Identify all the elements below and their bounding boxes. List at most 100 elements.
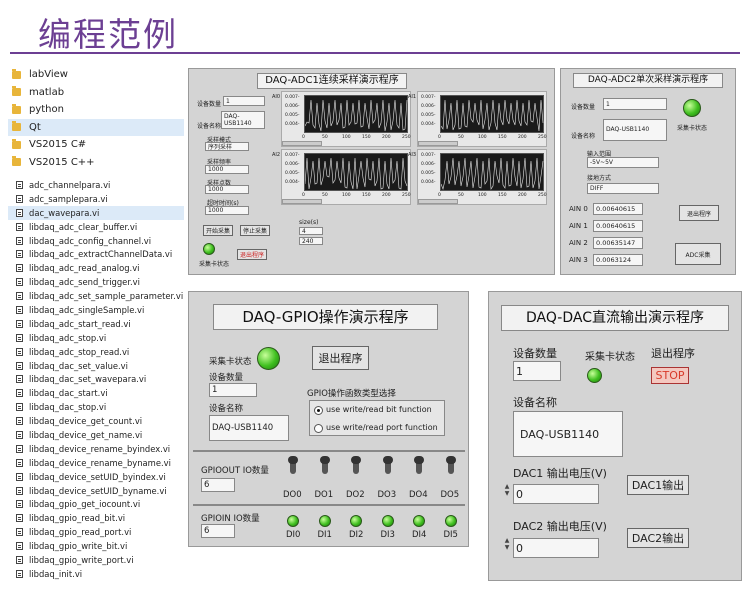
file-item[interactable]: libdaq_device_setUID_byname.vi — [8, 484, 184, 498]
dac2-value-field[interactable]: 0 — [513, 538, 599, 558]
file-item[interactable]: libdaq_gpio_read_bit.vi — [8, 511, 184, 525]
dac-count-field: 1 — [513, 361, 561, 381]
file-label: libdaq_device_setUID_byname.vi — [29, 485, 167, 496]
folder-item[interactable]: labView — [8, 66, 184, 84]
gpio-name-label: 设备名称 — [209, 404, 244, 414]
file-item[interactable]: libdaq_adc_stop_read.vi — [8, 345, 184, 359]
gpio-exit-button[interactable]: 退出程序 — [312, 346, 369, 370]
file-item[interactable]: libdaq_init.vi — [8, 567, 184, 581]
dac1-spinner[interactable]: ▲ ▼ — [502, 483, 512, 497]
adc2-acquire-button[interactable]: ADC采集 — [675, 243, 721, 265]
do-toggle-switch[interactable] — [445, 456, 456, 474]
do-toggle-switch[interactable] — [414, 456, 424, 474]
folder-item[interactable]: VS2015 C++ — [8, 154, 184, 172]
file-item[interactable]: libdaq_adc_set_sample_parameter.vi — [8, 289, 184, 303]
dac2-spinner[interactable]: ▲ ▼ — [502, 537, 512, 551]
file-item[interactable]: libdaq_adc_stop.vi — [8, 331, 184, 345]
di-led — [413, 515, 425, 527]
folder-label: VS2015 C# — [29, 139, 87, 151]
do-toggle-switch[interactable] — [319, 456, 330, 474]
file-item[interactable]: libdaq_adc_clear_buffer.vi — [8, 220, 184, 234]
folder-item[interactable]: python — [8, 101, 184, 119]
do-toggle-switch[interactable] — [288, 456, 298, 474]
vi-file-icon — [16, 208, 23, 217]
vi-file-icon — [16, 292, 23, 301]
adc2-mode-label: 接地方式 — [587, 175, 612, 182]
adc2-exit-button[interactable]: 退出程序 — [679, 205, 719, 221]
file-item[interactable]: libdaq_gpio_write_port.vi — [8, 553, 184, 567]
file-item[interactable]: dac_wavepara.vi — [8, 205, 184, 220]
x-tick-label: 50 — [458, 135, 464, 140]
dac-count-label: 设备数量 — [513, 347, 557, 360]
dac-title: DAQ-DAC直流输出演示程序 — [501, 305, 729, 331]
ain-label: AIN 2 — [569, 239, 588, 247]
adc2-mode-select[interactable]: DIFF — [587, 183, 659, 194]
file-label: libdaq_gpio_write_bit.vi — [29, 541, 128, 552]
file-label: libdaq_dac_set_wavepara.vi — [29, 374, 147, 385]
folder-label: VS2015 C++ — [29, 156, 95, 168]
file-item[interactable]: libdaq_gpio_get_iocount.vi — [8, 497, 184, 511]
adc1-count-field[interactable]: 1 — [223, 96, 265, 106]
file-label: libdaq_adc_set_sample_parameter.vi — [29, 291, 184, 302]
file-item[interactable]: libdaq_dac_set_value.vi — [8, 359, 184, 373]
gpio-in-count-field: 6 — [201, 524, 235, 538]
chart-plot-area — [304, 153, 408, 191]
adc1-mode-select[interactable]: 序列采样 — [205, 142, 249, 151]
vi-file-icon — [16, 417, 23, 426]
dac1-value-field[interactable]: 0 — [513, 484, 599, 504]
chart-channel-label: AI1 — [408, 94, 417, 100]
file-item[interactable]: libdaq_gpio_write_bit.vi — [8, 539, 184, 553]
folder-item[interactable]: VS2015 C# — [8, 136, 184, 154]
file-item[interactable]: libdaq_dac_start.vi — [8, 386, 184, 400]
file-item[interactable]: libdaq_device_setUID_byindex.vi — [8, 470, 184, 484]
file-item[interactable]: libdaq_device_rename_byname.vi — [8, 456, 184, 470]
adc1-timeout-field[interactable]: 1000 — [205, 206, 249, 215]
file-item[interactable]: libdaq_adc_read_analog.vi — [8, 261, 184, 275]
adc2-range-select[interactable]: -5V~5V — [587, 157, 659, 168]
file-item[interactable]: libdaq_dac_set_wavepara.vi — [8, 372, 184, 386]
file-item[interactable]: libdaq_adc_singleSample.vi — [8, 303, 184, 317]
chart-scroll-control[interactable] — [282, 141, 322, 146]
chart-scroll-control[interactable] — [282, 199, 322, 204]
folder-item[interactable]: Qt — [8, 118, 184, 136]
dac1-output-button[interactable]: DAC1输出 — [627, 475, 689, 495]
do-toggle-switch[interactable] — [351, 456, 361, 474]
file-item[interactable]: libdaq_adc_send_trigger.vi — [8, 275, 184, 289]
gpio-opt-port-label: use write/read port function — [326, 423, 438, 432]
adc1-size-field-1[interactable]: 4 — [299, 227, 323, 235]
y-tick-label: 0.005- — [285, 113, 300, 118]
dac-stop-button[interactable]: STOP — [651, 367, 689, 384]
adc1-rate-field[interactable]: 1000 — [205, 165, 249, 174]
chart-scroll-control[interactable] — [418, 199, 458, 204]
gpio-opt-port-radio[interactable] — [314, 424, 323, 433]
file-item[interactable]: libdaq_device_rename_byindex.vi — [8, 442, 184, 456]
file-item[interactable]: libdaq_adc_start_read.vi — [8, 317, 184, 331]
file-label: libdaq_adc_config_channel.vi — [29, 235, 152, 246]
file-item[interactable]: libdaq_adc_extractChannelData.vi — [8, 247, 184, 261]
file-item[interactable]: libdaq_dac_stop.vi — [8, 400, 184, 414]
file-item[interactable]: libdaq_adc_config_channel.vi — [8, 234, 184, 248]
file-item[interactable]: libdaq_device_get_name.vi — [8, 428, 184, 442]
do-label: DO0 — [283, 490, 302, 500]
file-item[interactable]: adc_channelpara.vi — [8, 178, 184, 192]
gpio-opt-bit-radio[interactable] — [314, 406, 323, 415]
folder-item[interactable]: matlab — [8, 84, 184, 102]
adc1-points-field[interactable]: 1000 — [205, 185, 249, 194]
adc1-stop-button[interactable]: 停止采集 — [240, 225, 270, 236]
do-label: DO4 — [409, 490, 428, 500]
x-tick-label: 150 — [362, 193, 371, 198]
vi-file-icon — [16, 264, 23, 273]
chart-channel-label: AI0 — [272, 94, 281, 100]
file-item[interactable]: libdaq_device_get_count.vi — [8, 414, 184, 428]
dac-name-label: 设备名称 — [513, 396, 557, 409]
ain-label: AIN 3 — [569, 256, 588, 264]
file-item[interactable]: adc_samplepara.vi — [8, 192, 184, 206]
chart-scroll-control[interactable] — [418, 141, 458, 146]
adc1-start-button[interactable]: 开始采集 — [203, 225, 233, 236]
file-item[interactable]: libdaq_gpio_read_port.vi — [8, 525, 184, 539]
dac2-output-button[interactable]: DAC2输出 — [627, 528, 689, 548]
gpio-count-label: 设备数量 — [209, 373, 244, 383]
do-toggle-switch[interactable] — [382, 456, 393, 474]
file-label: libdaq_adc_stop_read.vi — [29, 346, 130, 357]
adc1-exit-button[interactable]: 退出程序 — [237, 249, 267, 260]
